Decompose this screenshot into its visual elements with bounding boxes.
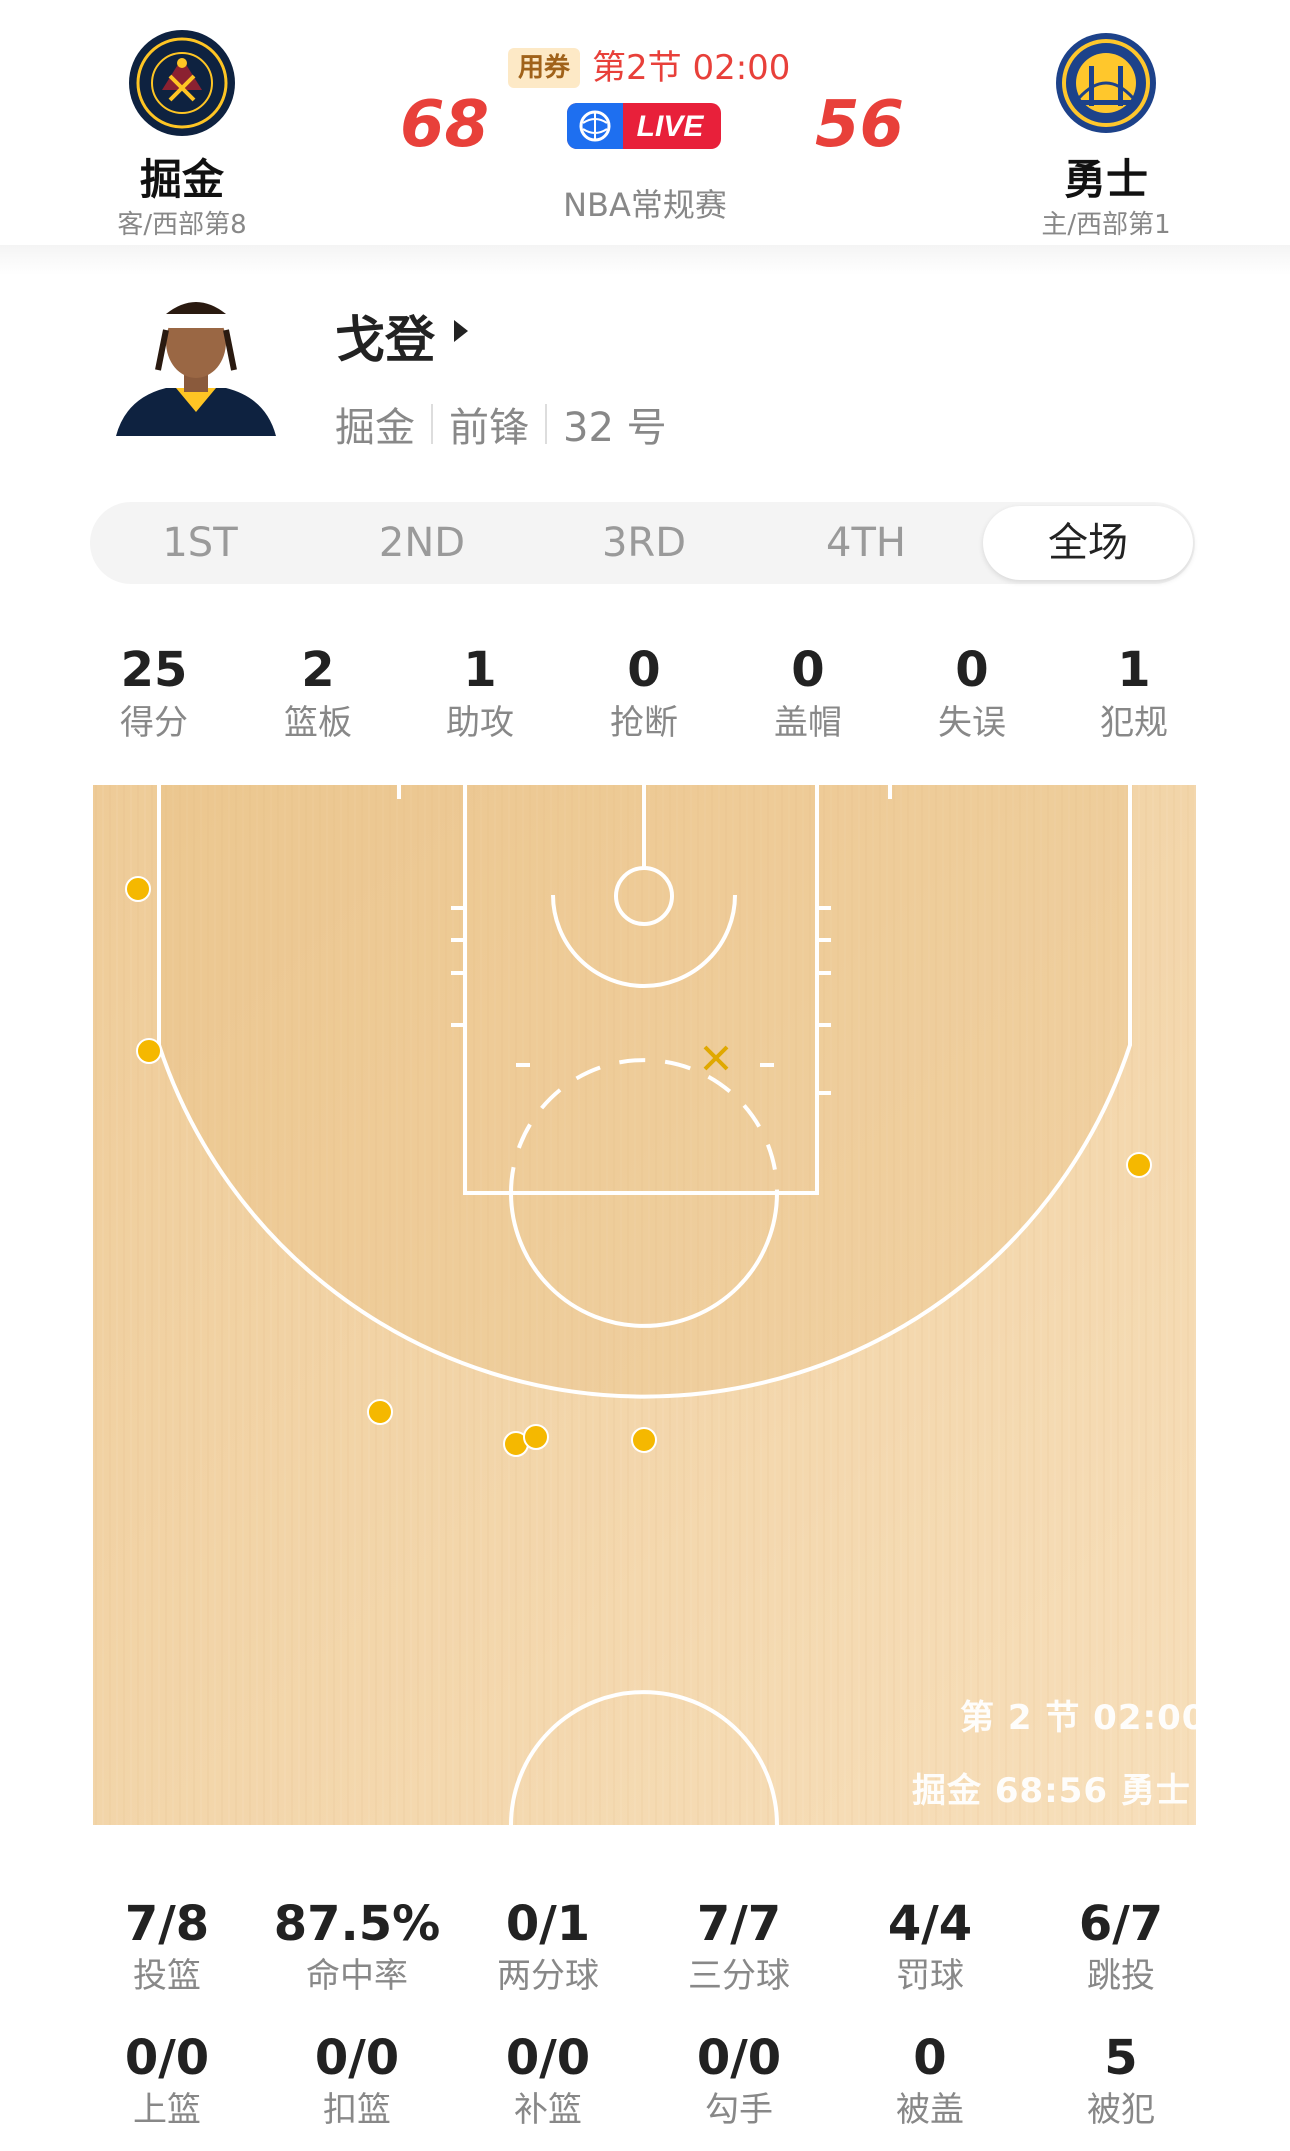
stat-value: 5	[1104, 2030, 1138, 2086]
stat-blocked: 0 被盖	[835, 2029, 1025, 2133]
stat-value: 6/7	[1078, 1896, 1164, 1952]
stat-2pt: 0/1 两分球	[453, 1895, 643, 1999]
live-label: LIVE	[637, 110, 705, 143]
stat-value: 1	[1117, 642, 1151, 698]
stat-label: 得分	[120, 703, 188, 743]
stat-value: 0	[913, 2030, 947, 2086]
league-label: NBA常规赛	[563, 186, 727, 224]
player-meta: 掘金 前锋 32 号	[335, 395, 667, 453]
stat-label: 勾手	[705, 2090, 773, 2130]
stat-turnovers: 0 失误	[890, 640, 1054, 746]
shooting-breakdown: 7/8 投篮 87.5% 命中率 0/1 两分球 7/7 三分球 4/4 罚球 6/7 跳投…	[0, 1895, 1290, 2151]
away-team[interactable]: 掘金 客/西部第8	[52, 28, 312, 248]
stat-fg: 7/8 投篮	[72, 1895, 262, 1999]
stat-value: 1	[463, 642, 497, 698]
meta-divider	[545, 404, 547, 444]
player-number: 32 号	[563, 405, 667, 451]
stat-value: 7/8	[124, 1896, 210, 1952]
stat-label: 两分球	[497, 1956, 599, 1996]
caret-right-icon[interactable]	[452, 318, 470, 344]
stat-assists: 1 助攻	[398, 640, 562, 746]
stat-label: 上篮	[133, 2090, 201, 2130]
stat-hook: 0/0 勾手	[644, 2029, 834, 2133]
stat-value: 0/0	[124, 2030, 210, 2086]
quarter-tabs: 1ST 2ND 3RD 4TH 全场	[90, 502, 1195, 584]
made-shot-marker[interactable]	[631, 1427, 657, 1453]
tab-full-game[interactable]: 全场	[983, 506, 1193, 580]
made-shot-marker[interactable]	[523, 1424, 549, 1450]
tab-3rd[interactable]: 3RD	[534, 502, 754, 584]
player-team: 掘金	[335, 405, 415, 451]
stat-value: 0	[627, 642, 661, 698]
stat-label: 投篮	[133, 1956, 201, 1996]
made-shot-marker[interactable]	[125, 876, 151, 902]
stat-value: 0/0	[696, 2030, 782, 2086]
stat-value: 87.5%	[273, 1896, 441, 1952]
warriors-logo	[1056, 33, 1156, 133]
court-score-overlay: 掘金 68:56 勇士	[912, 1771, 1191, 1811]
away-team-rank: 客/西部第8	[117, 210, 247, 240]
stat-tipin: 0/0 补篮	[453, 2029, 643, 2133]
home-team-name: 勇士	[1063, 155, 1148, 204]
stat-fouls: 1 犯规	[1052, 640, 1216, 746]
home-team-rank: 主/西部第1	[1041, 210, 1171, 240]
tab-4th[interactable]: 4TH	[756, 502, 976, 584]
game-period: 第2节 02:00	[592, 48, 791, 88]
stat-label: 罚球	[896, 1956, 964, 1996]
stat-3pt: 7/7 三分球	[644, 1895, 834, 1999]
tab-2nd[interactable]: 2ND	[312, 502, 532, 584]
stat-value: 2	[301, 642, 335, 698]
live-badge[interactable]: LIVE	[567, 101, 721, 151]
stat-dunk: 0/0 扣篮	[262, 2029, 452, 2133]
stat-label: 被犯	[1087, 2090, 1155, 2130]
made-shot-marker[interactable]	[136, 1038, 162, 1064]
stat-fouled: 5 被犯	[1026, 2029, 1216, 2133]
stat-label: 跳投	[1087, 1956, 1155, 1996]
shot-chart-court	[93, 785, 1196, 1825]
stat-label: 犯规	[1100, 703, 1168, 743]
player-name[interactable]: 戈登	[335, 300, 435, 372]
home-score: 56	[815, 88, 905, 162]
player-avatar[interactable]	[106, 290, 286, 436]
stat-label: 命中率	[306, 1956, 408, 1996]
stat-label: 补篮	[514, 2090, 582, 2130]
stat-blocks: 0 盖帽	[726, 640, 890, 746]
stat-rebounds: 2 篮板	[236, 640, 400, 746]
made-shot-marker[interactable]	[367, 1399, 393, 1425]
stat-value: 0	[955, 642, 989, 698]
stat-label: 被盖	[896, 2090, 964, 2130]
tab-1st[interactable]: 1ST	[90, 502, 310, 584]
stat-steals: 0 抢断	[562, 640, 726, 746]
stat-jumpshot: 6/7 跳投	[1026, 1895, 1216, 1999]
stat-value: 0	[791, 642, 825, 698]
stat-label: 抢断	[610, 703, 678, 743]
stat-label: 三分球	[688, 1956, 790, 1996]
stat-value: 0/0	[505, 2030, 591, 2086]
stat-value: 0/0	[314, 2030, 400, 2086]
stat-fg-pct: 87.5% 命中率	[262, 1895, 452, 1999]
stat-label: 失误	[938, 703, 1006, 743]
stat-value: 25	[120, 642, 188, 698]
stat-label: 篮板	[284, 703, 352, 743]
stat-ft: 4/4 罚球	[835, 1895, 1025, 1999]
header-divider	[0, 245, 1290, 275]
stat-value: 7/7	[696, 1896, 782, 1952]
stat-value: 0/1	[505, 1896, 591, 1952]
away-score: 68	[400, 88, 490, 162]
stat-value: 4/4	[887, 1896, 973, 1952]
stat-label: 盖帽	[774, 703, 842, 743]
stat-layup: 0/0 上篮	[72, 2029, 262, 2133]
coupon-badge[interactable]: 用券	[508, 48, 581, 88]
away-team-name: 掘金	[139, 155, 224, 204]
home-team[interactable]: 勇士 主/西部第1	[976, 28, 1236, 248]
meta-divider	[431, 404, 433, 444]
made-shot-marker[interactable]	[1126, 1152, 1152, 1178]
stat-points: 25 得分	[72, 640, 236, 746]
court-period-overlay: 第 2 节 02:00	[960, 1698, 1207, 1738]
nuggets-logo	[129, 30, 235, 136]
stat-row: 25 得分 2 篮板 1 助攻 0 抢断 0 盖帽 0 失误 1 犯规	[0, 640, 1290, 760]
player-position: 前锋	[449, 405, 529, 451]
stat-label: 扣篮	[323, 2090, 391, 2130]
stat-label: 助攻	[446, 703, 514, 743]
